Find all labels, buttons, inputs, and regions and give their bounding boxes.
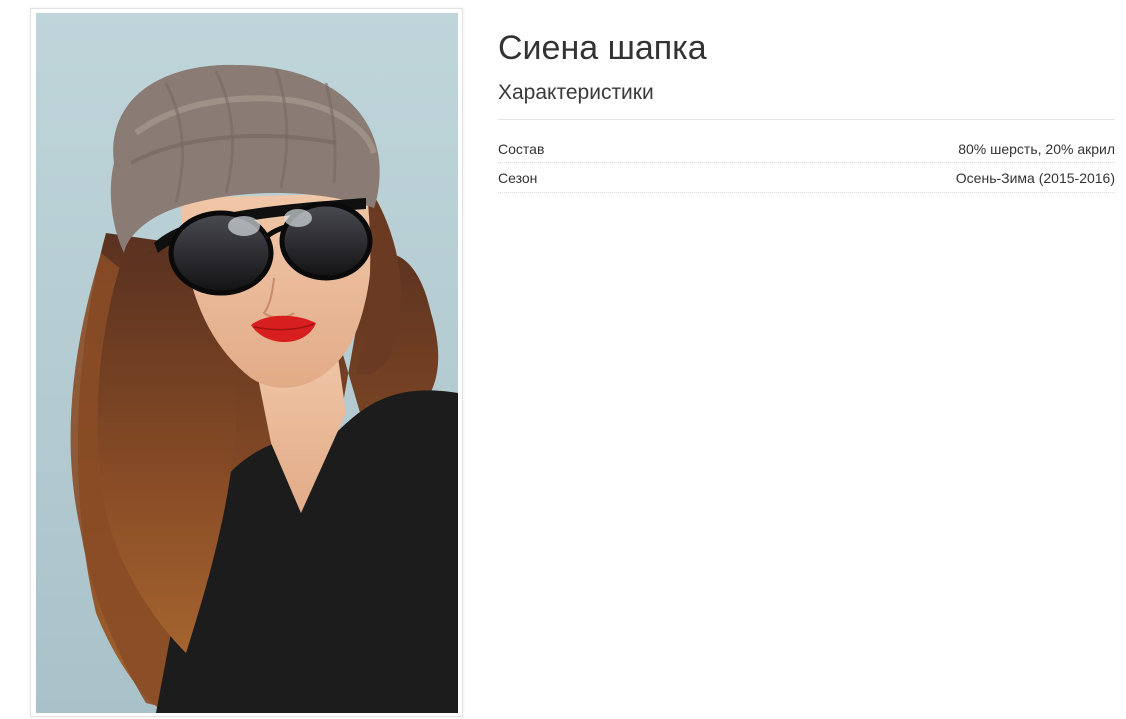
heading-divider (498, 119, 1115, 120)
spec-value: 80% шерсть, 20% акрил (958, 140, 1115, 157)
spec-label: Сезон (498, 170, 538, 186)
product-title: Сиена шапка (498, 29, 707, 67)
spec-row-season: Сезон Осень-Зима (2015-2016) (498, 163, 1115, 193)
spec-row-composition: Состав 80% шерсть, 20% акрил (498, 134, 1115, 163)
spec-label: Состав (498, 140, 545, 157)
product-details: Сиена шапка Характеристики Состав 80% ше… (498, 28, 1115, 193)
characteristics-heading: Характеристики (498, 81, 654, 104)
characteristics-table: Состав 80% шерсть, 20% акрил Сезон Осень… (498, 134, 1115, 193)
spec-value: Осень-Зима (2015-2016) (955, 170, 1115, 186)
product-photo[interactable] (36, 13, 458, 713)
product-photo-frame (30, 8, 463, 717)
